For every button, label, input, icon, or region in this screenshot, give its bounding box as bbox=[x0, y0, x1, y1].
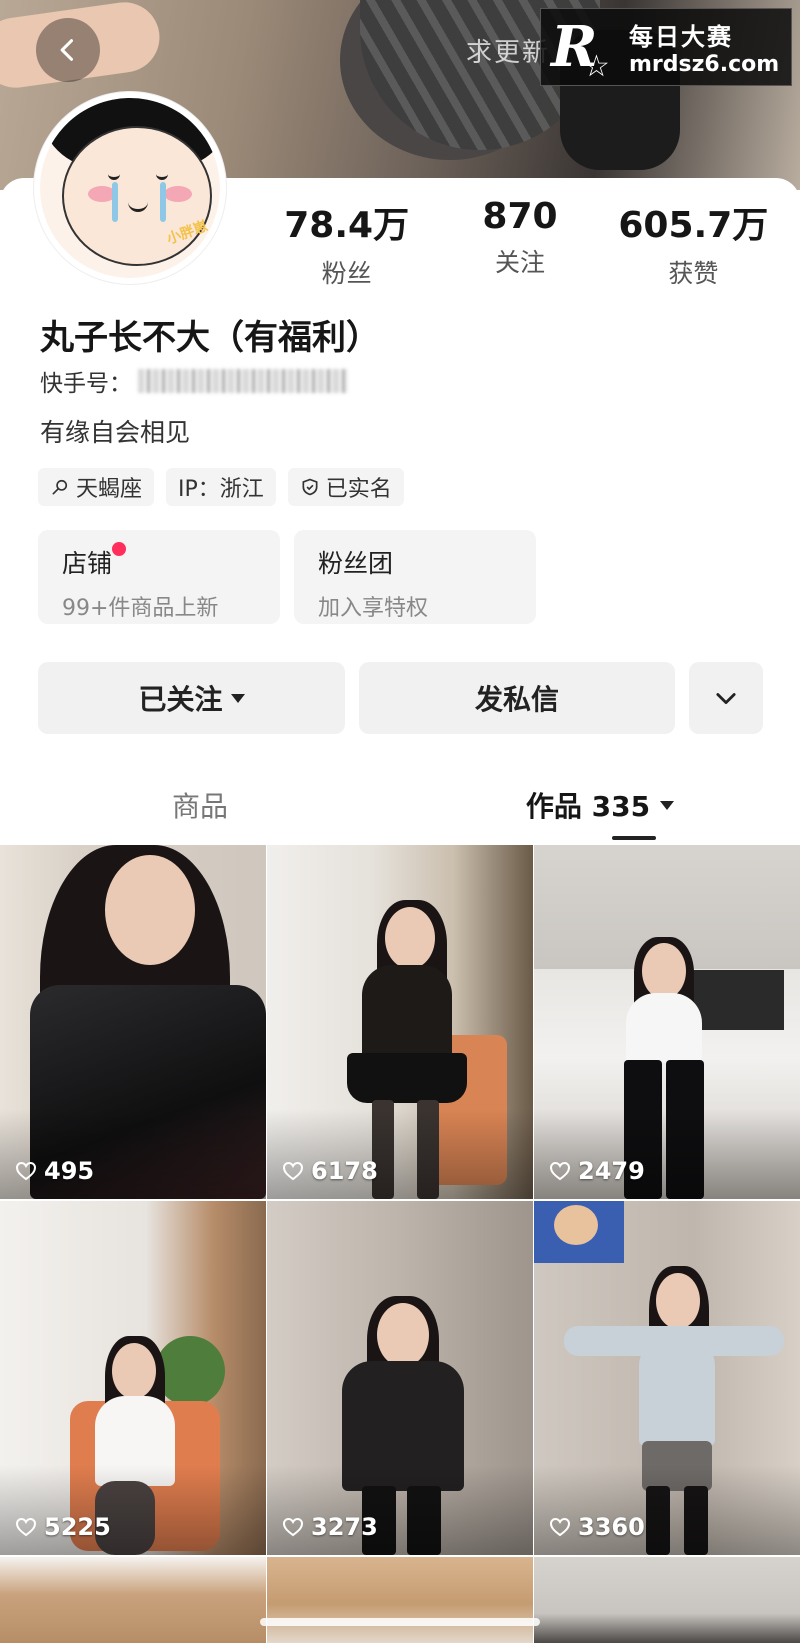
video-thumbnail[interactable]: 3273 bbox=[267, 1201, 533, 1555]
tag-ip-location: IP：浙江 bbox=[166, 468, 276, 506]
stat-value: 78.4万 bbox=[284, 205, 410, 246]
video-likes: 3360 bbox=[548, 1513, 645, 1541]
watermark-title: 每日大赛 bbox=[629, 23, 733, 51]
video-likes-count: 6178 bbox=[311, 1157, 378, 1185]
tag-label: IP：浙江 bbox=[178, 477, 264, 502]
more-options-button[interactable] bbox=[689, 662, 763, 734]
profile-entry-cards: 店铺 99+件商品上新 粉丝团 加入享特权 bbox=[38, 530, 536, 624]
profile-name: 丸子长不大（有福利） bbox=[40, 318, 380, 358]
heart-icon bbox=[549, 1161, 571, 1181]
watermark-url: mrdsz6.com bbox=[629, 52, 780, 77]
shop-card-title-wrap: 店铺 bbox=[62, 542, 127, 580]
back-button[interactable] bbox=[36, 18, 100, 82]
stat-label: 粉丝 bbox=[321, 259, 372, 288]
profile-tags: 天蝎座 IP：浙江 已实名 bbox=[38, 468, 404, 506]
video-likes: 495 bbox=[14, 1157, 94, 1185]
tag-zodiac[interactable]: 天蝎座 bbox=[38, 468, 155, 506]
tag-label: 天蝎座 bbox=[76, 477, 143, 502]
stat-likes[interactable]: 605.7万 获赞 bbox=[607, 196, 780, 290]
video-likes: 6178 bbox=[281, 1157, 378, 1185]
heart-icon bbox=[549, 1517, 571, 1537]
video-thumbnail[interactable] bbox=[534, 1557, 800, 1643]
send-message-label: 发私信 bbox=[474, 683, 559, 716]
video-thumbnail[interactable] bbox=[267, 1557, 533, 1643]
stat-following[interactable]: 870 关注 bbox=[433, 196, 606, 290]
stat-label: 关注 bbox=[494, 248, 545, 277]
heart-icon bbox=[15, 1161, 37, 1181]
video-likes-count: 5225 bbox=[44, 1513, 111, 1541]
fan-club-card-subtitle: 加入享特权 bbox=[318, 596, 429, 621]
video-likes-count: 2479 bbox=[578, 1157, 645, 1185]
caret-down-icon bbox=[660, 800, 675, 810]
tab-label: 商品 bbox=[171, 790, 228, 823]
fan-club-card[interactable]: 粉丝团 加入享特权 bbox=[294, 530, 536, 624]
heart-icon bbox=[282, 1161, 304, 1181]
stat-label: 获赞 bbox=[668, 259, 719, 288]
video-likes: 2479 bbox=[548, 1157, 645, 1185]
tag-verified[interactable]: 已实名 bbox=[287, 468, 404, 506]
chevron-left-icon bbox=[60, 39, 74, 61]
profile-bio: 有缘自会相见 bbox=[40, 418, 191, 447]
video-thumbnail[interactable]: 3360 bbox=[534, 1201, 800, 1555]
content-tabs: 商品 作品 335 bbox=[0, 770, 800, 840]
kuaishou-id-label: 快手号： bbox=[40, 371, 132, 397]
shop-card-title: 店铺 bbox=[62, 549, 113, 578]
heart-icon bbox=[282, 1517, 304, 1537]
send-message-button[interactable]: 发私信 bbox=[359, 662, 675, 734]
tab-works[interactable]: 作品 335 bbox=[400, 770, 800, 840]
stat-value: 870 bbox=[482, 196, 558, 237]
heart-icon bbox=[15, 1517, 37, 1537]
profile-card: 小胖崽 78.4万 粉丝 870 关注 605.7万 获赞 丸子长不大（有福利）… bbox=[0, 92, 800, 838]
verified-shield-icon bbox=[302, 478, 318, 496]
tab-label: 作品 335 bbox=[525, 790, 651, 823]
chevron-down-icon bbox=[716, 693, 736, 705]
followed-button-label: 已关注 bbox=[138, 683, 223, 716]
active-tab-indicator bbox=[612, 836, 656, 840]
stat-value: 605.7万 bbox=[618, 205, 769, 246]
video-thumbnail[interactable]: 5225 bbox=[0, 1201, 266, 1555]
profile-actions: 已关注 发私信 bbox=[38, 662, 763, 734]
stat-followers[interactable]: 78.4万 粉丝 bbox=[260, 196, 433, 290]
shop-card-subtitle: 99+件商品上新 bbox=[62, 596, 219, 621]
followed-button[interactable]: 已关注 bbox=[38, 662, 345, 734]
video-likes-count: 495 bbox=[44, 1157, 95, 1185]
video-likes-count: 3273 bbox=[311, 1513, 378, 1541]
star-icon: ☆ bbox=[583, 49, 610, 84]
watermark-logo: R ☆ 每日大赛 mrdsz6.com bbox=[540, 8, 792, 86]
cover-overlay-text: 求更新 bbox=[466, 38, 551, 68]
caret-down-icon bbox=[230, 693, 245, 703]
video-likes: 5225 bbox=[14, 1513, 111, 1541]
video-thumbnail[interactable]: 495 bbox=[0, 845, 266, 1199]
fan-club-card-title: 粉丝团 bbox=[318, 549, 394, 578]
tag-label: 已实名 bbox=[325, 477, 392, 502]
shop-card[interactable]: 店铺 99+件商品上新 bbox=[38, 530, 280, 624]
video-thumbnail[interactable]: 6178 bbox=[267, 845, 533, 1199]
video-likes: 3273 bbox=[281, 1513, 378, 1541]
redacted-id bbox=[138, 369, 348, 393]
video-grid: 495 6178 2479 5225 3273 3360 bbox=[0, 845, 800, 1643]
home-indicator[interactable] bbox=[260, 1618, 540, 1626]
search-icon bbox=[52, 479, 68, 495]
kuaishou-id[interactable]: 快手号： bbox=[40, 364, 348, 398]
video-thumbnail[interactable] bbox=[0, 1557, 266, 1643]
video-likes-count: 3360 bbox=[578, 1513, 645, 1541]
notification-dot bbox=[112, 542, 127, 556]
video-thumbnail[interactable]: 2479 bbox=[534, 845, 800, 1199]
profile-stats: 78.4万 粉丝 870 关注 605.7万 获赞 bbox=[260, 196, 780, 290]
avatar[interactable]: 小胖崽 bbox=[34, 92, 226, 284]
tab-products[interactable]: 商品 bbox=[0, 770, 400, 840]
